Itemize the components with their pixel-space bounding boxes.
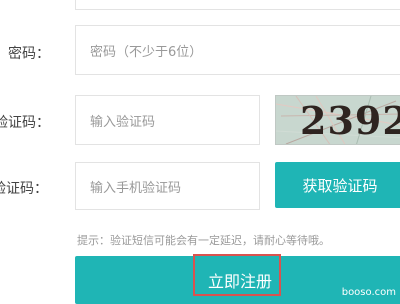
password-input[interactable]: 密码（不少于6位） bbox=[75, 25, 400, 75]
password-label: 密码： bbox=[8, 46, 50, 62]
captcha-placeholder: 输入验证码 bbox=[90, 114, 156, 130]
watermark: booso.com bbox=[341, 287, 396, 298]
sms-code-placeholder: 输入手机验证码 bbox=[90, 180, 182, 196]
captcha-image[interactable]: 2392 bbox=[275, 95, 400, 145]
password-placeholder: 密码（不少于6位） bbox=[90, 44, 203, 60]
captcha-input[interactable]: 输入验证码 bbox=[75, 95, 260, 145]
hint-text: 提示：验证短信可能会有一定延迟，请耐心等待哦。 bbox=[77, 234, 330, 247]
register-button-label: 立即注册 bbox=[207, 272, 272, 291]
captcha-code: 2392 bbox=[300, 98, 400, 143]
get-code-button[interactable]: 获取验证码 bbox=[275, 162, 400, 208]
sms-code-input[interactable]: 输入手机验证码 bbox=[75, 162, 260, 210]
captcha-label: 验证码： bbox=[0, 115, 50, 131]
sms-code-label: 验证码： bbox=[0, 181, 48, 197]
previous-field-input[interactable] bbox=[75, 0, 400, 10]
